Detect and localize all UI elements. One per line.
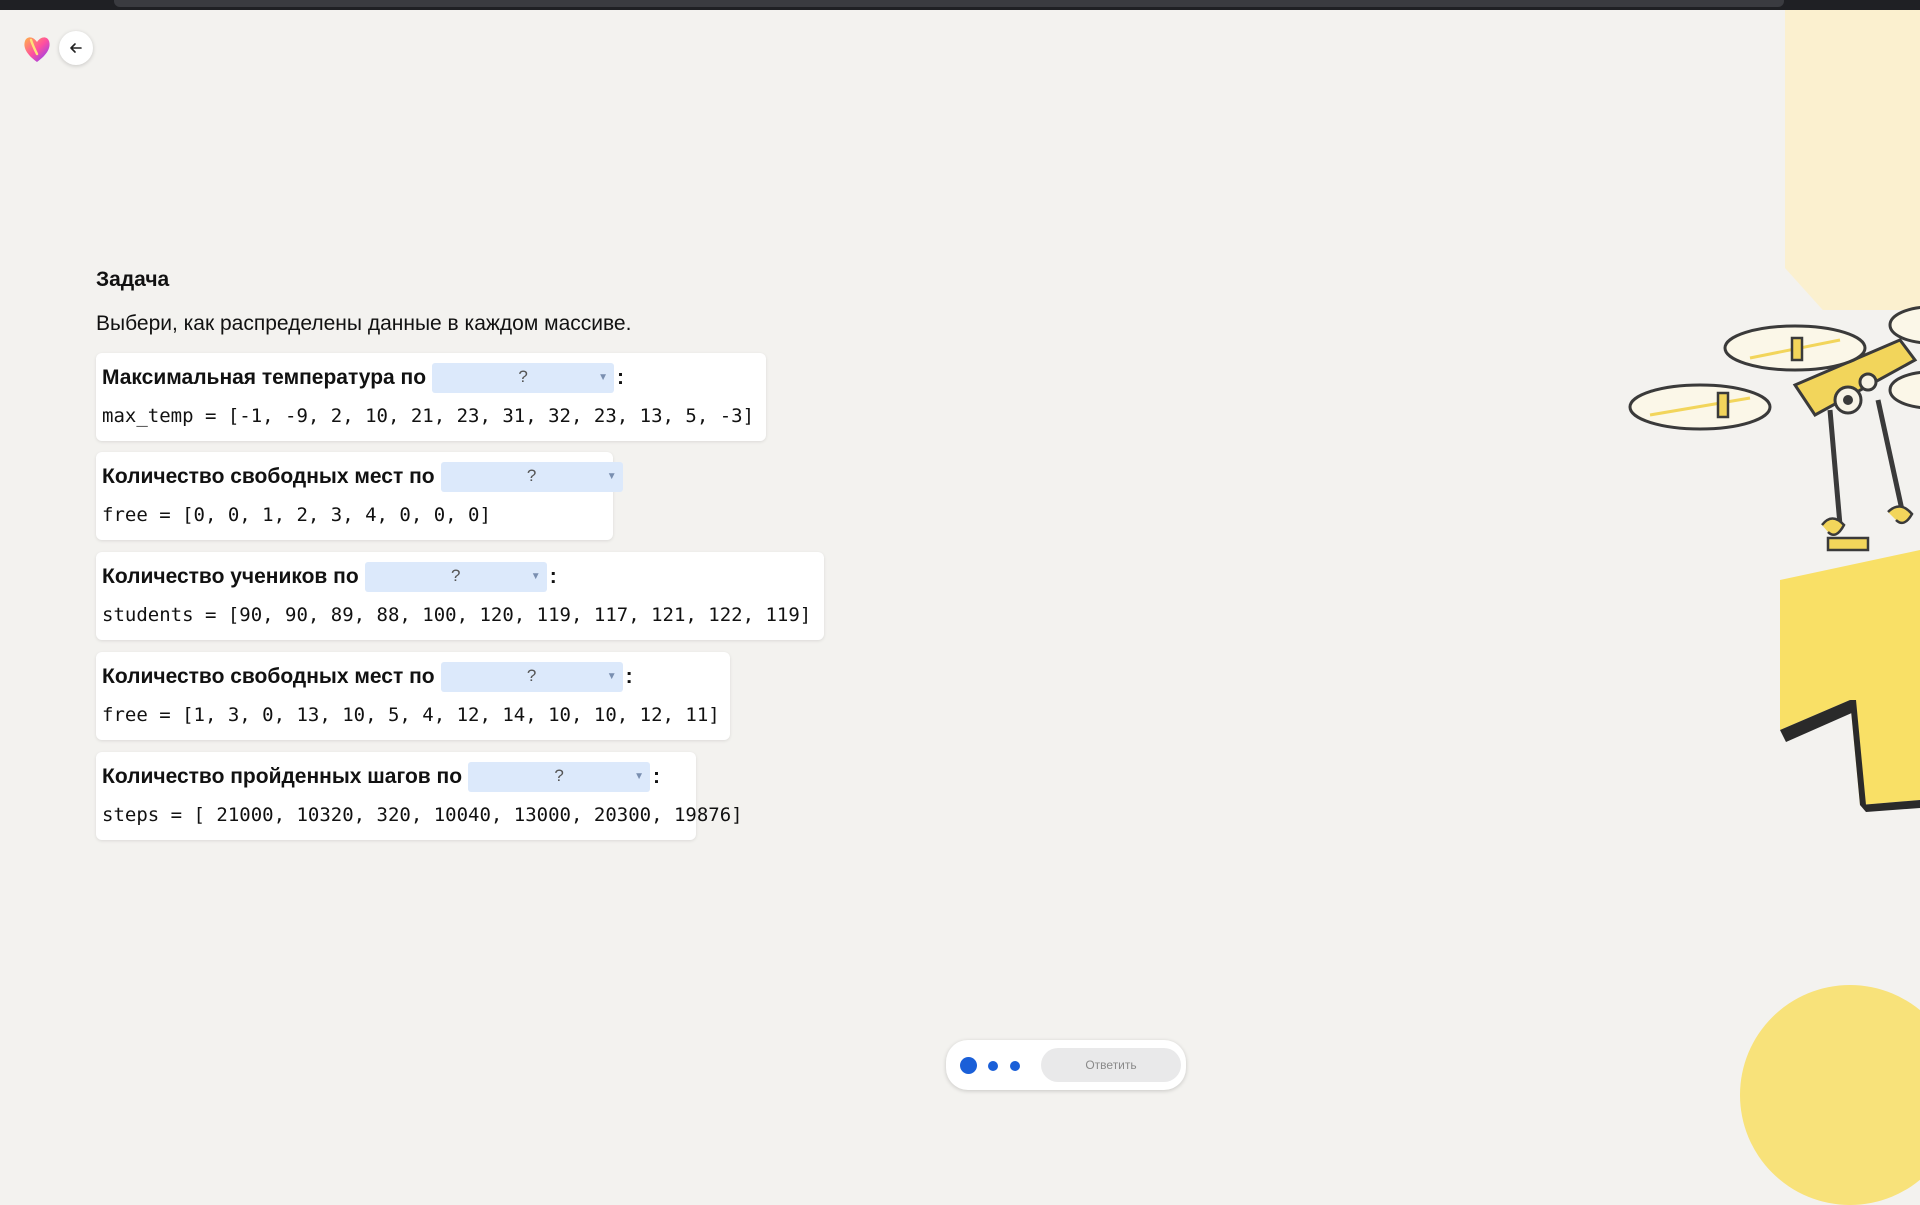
chevron-down-icon: ▼ (530, 571, 541, 582)
distribution-select[interactable]: ? ▼ (468, 762, 651, 792)
question-card: Максимальная температура по ? ▼ : max_te… (96, 353, 766, 441)
answer-button[interactable]: Ответить (1041, 1048, 1181, 1082)
question-label: Максимальная температура по (102, 366, 427, 389)
progress-dot-active (960, 1057, 977, 1074)
question-label: Количество учеников по (102, 565, 359, 588)
browser-top-strip (0, 0, 1920, 10)
progress-dot (1010, 1061, 1020, 1071)
back-button[interactable] (59, 31, 93, 65)
chevron-down-icon: ▼ (598, 372, 609, 383)
select-value: ? (526, 466, 537, 485)
code-array: max_temp = [-1, -9, 2, 10, 21, 23, 31, 3… (102, 405, 755, 427)
browser-tab-bar (114, 0, 1784, 7)
decor-background-shape (1785, 10, 1920, 310)
task-instruction: Выбери, как распределены данные в каждом… (96, 312, 632, 335)
arrow-left-icon (70, 43, 82, 53)
task-title: Задача (96, 268, 170, 291)
code-array: free = [1, 3, 0, 13, 10, 5, 4, 12, 14, 1… (102, 704, 720, 726)
chevron-down-icon: ▼ (606, 671, 617, 682)
distribution-select[interactable]: ? ▼ (432, 363, 615, 393)
question-label: Количество пройденных шагов по (102, 765, 463, 788)
question-label: Количество свободных мест по (102, 665, 435, 688)
progress-dot (988, 1061, 998, 1071)
distribution-select[interactable]: ? ▼ (440, 462, 623, 492)
chevron-down-icon: ▼ (606, 471, 617, 482)
question-card: Количество свободных мест по ? ▼ : free … (96, 652, 730, 740)
select-value: ? (554, 766, 564, 785)
bottom-action-bar: Ответить (946, 1040, 1186, 1090)
question-card: Количество учеников по ? ▼ : students = … (96, 552, 824, 640)
distribution-select[interactable]: ? ▼ (440, 662, 623, 692)
heart-logo-icon[interactable] (20, 32, 54, 66)
colon: : (625, 665, 633, 688)
code-array: free = [0, 0, 1, 2, 3, 4, 0, 0, 0] (102, 504, 491, 526)
question-label: Количество свободных мест по (102, 465, 435, 488)
select-value: ? (518, 367, 528, 386)
chevron-down-icon: ▼ (634, 771, 645, 782)
question-card: Количество пройденных шагов по ? ▼ : ste… (96, 752, 743, 840)
colon: : (617, 366, 625, 389)
code-array: steps = [ 21000, 10320, 320, 10040, 1300… (102, 804, 743, 826)
code-array: students = [90, 90, 89, 88, 100, 120, 11… (102, 604, 812, 626)
distribution-select[interactable]: ? ▼ (364, 562, 547, 592)
colon: : (549, 565, 557, 588)
decor-yellow-circle (1740, 985, 1920, 1205)
select-value: ? (526, 666, 537, 685)
colon: : (653, 765, 661, 788)
question-card: Количество свободных мест по ? ▼ free = … (96, 452, 623, 540)
drone-illustration (1628, 306, 1920, 812)
select-value: ? (450, 566, 461, 585)
